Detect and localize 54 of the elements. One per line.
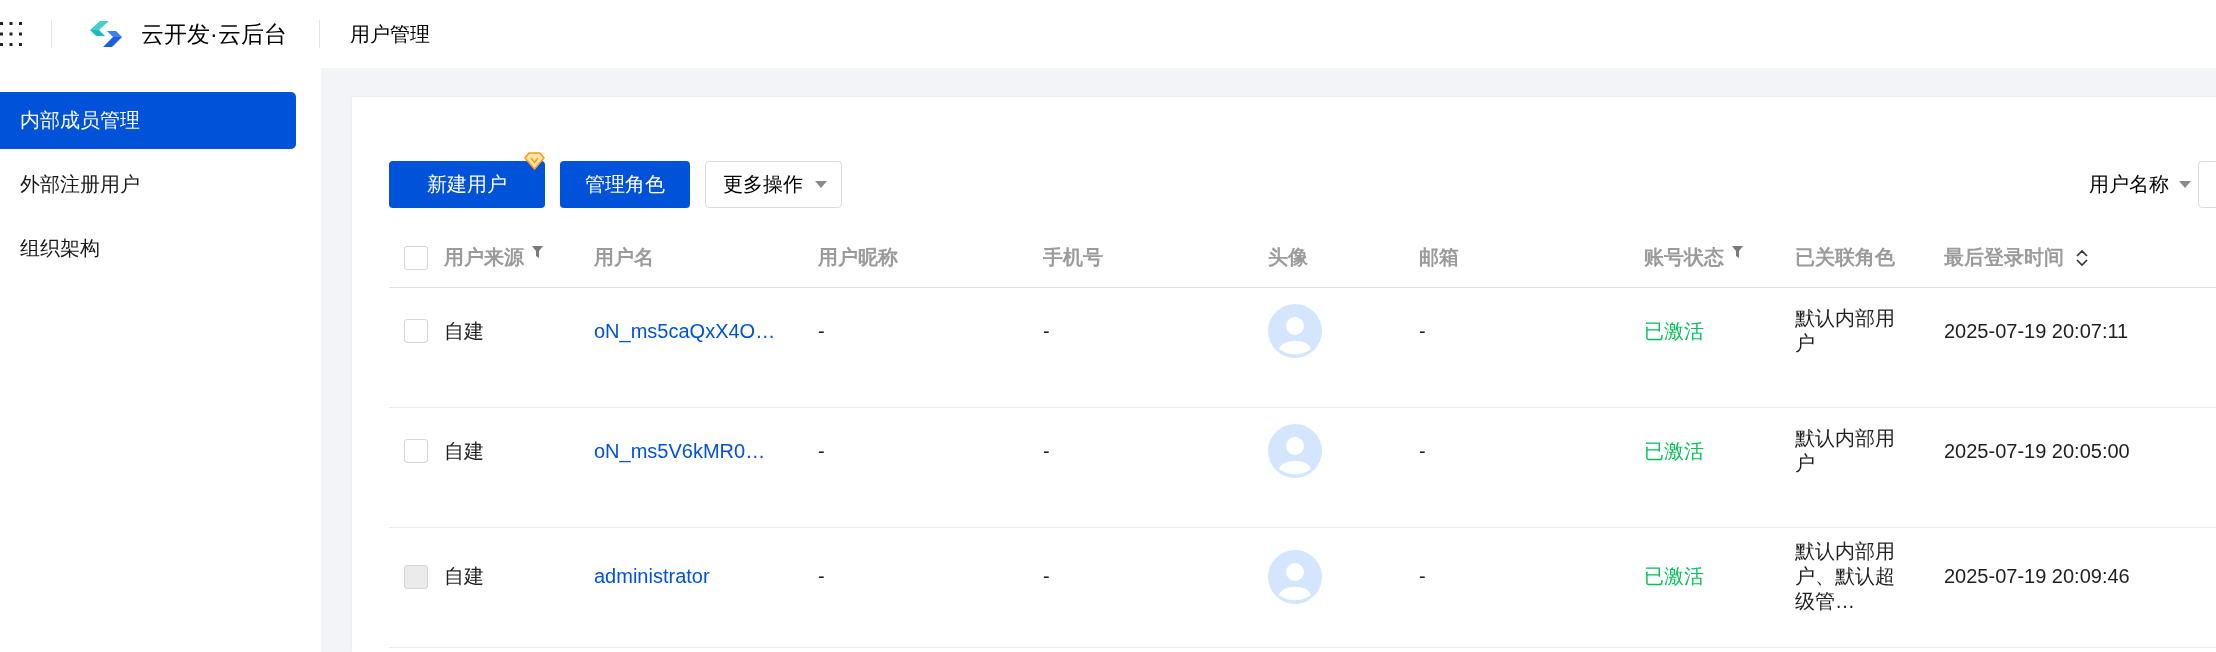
dropdown-button[interactable]: 更多操作 (705, 161, 842, 208)
column-header: 邮箱 (1419, 245, 1459, 270)
column-header: 用户名 (594, 245, 654, 270)
column-header: 手机号 (1043, 245, 1103, 270)
filter-icon[interactable] (532, 245, 543, 258)
table-cell: - (1043, 319, 1050, 343)
table-cell: 2025-07-19 20:05:00 (1944, 439, 2130, 463)
status-label: 已激活 (1644, 564, 1704, 589)
column-header: 用户昵称 (818, 245, 898, 270)
table-cell-text: 默认内部用户、默认超级管… (1795, 539, 1896, 614)
username-link[interactable]: oN_ms5caQxX4O… (594, 319, 776, 343)
avatar-icon (1268, 549, 1322, 604)
status-label: 已激活 (1644, 318, 1704, 344)
table-cell: - (818, 439, 825, 463)
table-cell-text: 默认内部用户 (1795, 426, 1896, 477)
table-cell: - (1419, 319, 1426, 343)
sort-icon[interactable] (2076, 248, 2088, 267)
checkbox[interactable] (404, 245, 428, 270)
table-cell: 2025-07-19 20:07:11 (1944, 319, 2129, 343)
table-cell-text: 默认内部用户 (1795, 306, 1896, 357)
app-grid-icon[interactable] (0, 22, 22, 46)
sidebar-item[interactable]: 内部成员管理 (0, 92, 296, 149)
table-cell-text: 自建 (444, 318, 484, 344)
column-header: 用户来源 (444, 245, 524, 270)
table-cell: - (1419, 439, 1426, 463)
table-cell: - (1043, 565, 1050, 588)
checkbox[interactable] (404, 439, 428, 464)
table-cell: - (1419, 565, 1426, 588)
table-cell-text: 自建 (444, 438, 484, 464)
column-header: 最后登录时间 (1944, 245, 2064, 270)
page-title: 用户管理 (349, 21, 430, 47)
app-title: 云开发·云后台 (141, 19, 287, 49)
logo-icon (88, 20, 124, 48)
column-header: 账号状态 (1644, 245, 1724, 270)
avatar-icon (1268, 304, 1322, 359)
username-link[interactable]: oN_ms5V6kMR0… (594, 439, 766, 463)
sidebar-item[interactable]: 外部注册用户 (0, 156, 296, 213)
checkbox[interactable] (404, 319, 428, 344)
action-button[interactable]: 管理角色 (560, 161, 690, 208)
table-cell: - (818, 565, 825, 588)
column-header: 已关联角色 (1795, 245, 1895, 270)
column-header: 头像 (1268, 245, 1308, 270)
table-cell-text: 自建 (444, 564, 484, 589)
status-label: 已激活 (1644, 438, 1704, 464)
caret-icon (815, 180, 827, 189)
filter-icon[interactable] (1732, 245, 1743, 258)
table-cell: - (1043, 439, 1050, 463)
sidebar-item[interactable]: 组织架构 (0, 220, 296, 277)
table-cell: - (818, 319, 825, 343)
field-select[interactable]: 用户名称 (2089, 171, 2191, 198)
avatar-icon (1268, 424, 1322, 479)
table-cell: 2025-07-19 20:09:46 (1944, 565, 2130, 588)
caret-icon (2179, 180, 2191, 189)
action-button[interactable]: 新建用户 (389, 161, 545, 208)
